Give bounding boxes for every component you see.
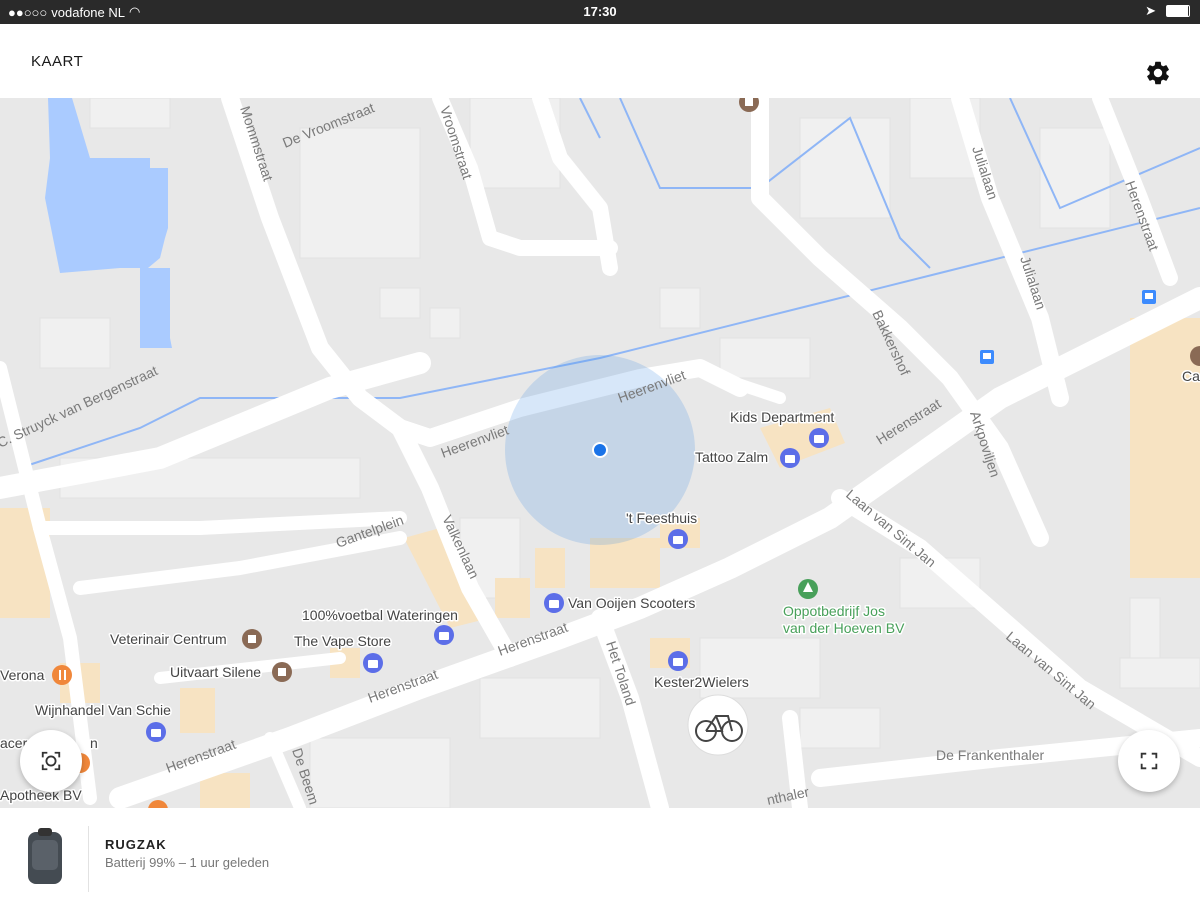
bicycle-marker-icon[interactable] [687, 694, 749, 756]
poi-label[interactable]: 100%voetbal Wateringen [301, 606, 460, 625]
restaurant-icon[interactable] [52, 665, 72, 685]
poi-label[interactable]: Oppotbedrijf Jos [782, 602, 887, 621]
bus-stop-icon[interactable] [980, 350, 994, 364]
shop-bag-icon[interactable] [668, 651, 688, 671]
item-name: RUGZAK [105, 837, 167, 852]
service-icon[interactable] [272, 662, 292, 682]
center-focus-icon [41, 751, 61, 771]
fullscreen-icon [1140, 752, 1158, 770]
poi-label[interactable]: van der Hoeven BV [782, 619, 907, 638]
status-bar: ●●○○○ vodafone NL ◠ 17:30 ➤ [0, 0, 1200, 24]
map-canvas[interactable]: De Vroomstraat Mommstraat Vroomstraat Ju… [0, 98, 1200, 808]
shop-bag-icon[interactable] [544, 593, 564, 613]
shop-bag-icon[interactable] [809, 428, 829, 448]
poi-label[interactable]: Uitvaart Silene [169, 663, 263, 682]
backpack-icon [28, 828, 62, 884]
poi-label[interactable]: Veterinair Centrum [109, 630, 229, 649]
shop-bag-icon[interactable] [668, 529, 688, 549]
divider [88, 826, 89, 892]
clock: 17:30 [583, 4, 617, 19]
bus-stop-icon[interactable] [1142, 290, 1156, 304]
shop-bag-icon[interactable] [780, 448, 800, 468]
shop-bag-icon[interactable] [146, 722, 166, 742]
shop-bag-icon[interactable] [434, 625, 454, 645]
poi-label[interactable]: n [89, 734, 100, 753]
poi-label[interactable]: Verona [0, 666, 46, 685]
page-title: KAART [31, 53, 84, 70]
battery-icon [1166, 5, 1190, 17]
street-label: De Frankenthaler [936, 747, 1045, 763]
service-icon[interactable] [242, 629, 262, 649]
poi-label[interactable]: The Vape Store [293, 632, 393, 651]
poi-label[interactable]: Kids Department [729, 408, 836, 427]
location-icon: ➤ [1145, 3, 1156, 18]
item-status: Batterij 99% – 1 uur geleden [105, 855, 270, 870]
poi-label[interactable]: Ca [1181, 367, 1200, 386]
item-panel[interactable]: RUGZAK Batterij 99% – 1 uur geleden [0, 808, 1200, 900]
poi-label[interactable]: Wijnhandel Van Schie [34, 701, 173, 720]
app-bar: KAART [0, 24, 1200, 98]
tree-icon[interactable] [798, 579, 818, 599]
map[interactable]: De Vroomstraat Mommstraat Vroomstraat Ju… [0, 98, 1200, 808]
poi-label[interactable]: 't Feesthuis [625, 509, 699, 528]
gear-icon[interactable] [1144, 59, 1172, 87]
poi-label[interactable]: Van Ooijen Scooters [567, 594, 697, 613]
center-location-button[interactable] [20, 730, 82, 792]
shop-bag-icon[interactable] [363, 653, 383, 673]
fullscreen-button[interactable] [1118, 730, 1180, 792]
poi-label[interactable]: Tattoo Zalm [694, 448, 770, 467]
poi-label[interactable]: Kester2Wielers [653, 673, 751, 692]
